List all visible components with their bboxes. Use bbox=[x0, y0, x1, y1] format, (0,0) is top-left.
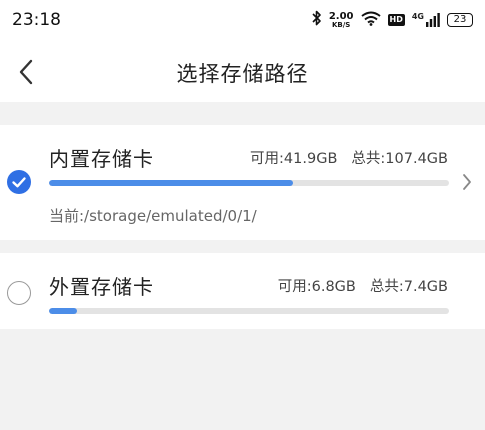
storage-available: 可用:6.8GB bbox=[277, 279, 356, 295]
storage-total: 总共:107.4GB bbox=[351, 151, 448, 167]
network-speed-unit: KB/S bbox=[331, 20, 351, 29]
storage-total: 总共:7.4GB bbox=[369, 279, 448, 295]
storage-usage-bar bbox=[49, 308, 449, 314]
storage-item-external[interactable]: 外置存储卡 可用:6.8GB 总共:7.4GB bbox=[0, 253, 485, 329]
storage-stats: 可用:6.8GB 总共:7.4GB bbox=[278, 275, 448, 296]
status-time: 23:18 bbox=[12, 10, 61, 30]
status-icons: 2.00 KB/S HD 4G 23 bbox=[312, 9, 473, 31]
storage-available: 可用:41.9GB bbox=[250, 151, 338, 167]
radio-unchecked-icon[interactable] bbox=[7, 281, 31, 305]
network-speed-value: 2.00 bbox=[328, 10, 354, 22]
status-bar: 23:18 2.00 KB/S HD 4G 23 bbox=[0, 0, 485, 44]
page-title: 选择存储路径 bbox=[176, 62, 309, 86]
battery-icon: 23 bbox=[447, 13, 473, 27]
wifi-icon bbox=[360, 11, 381, 30]
storage-stats: 可用:41.9GB 总共:107.4GB bbox=[250, 147, 448, 168]
cellular-signal-icon: 4G bbox=[412, 13, 440, 27]
storage-usage-fill bbox=[49, 180, 293, 186]
network-speed: 2.00 KB/S bbox=[328, 10, 354, 29]
app-header: 选择存储路径 bbox=[0, 44, 485, 102]
storage-name: 外置存储卡 bbox=[49, 275, 154, 299]
bluetooth-icon bbox=[312, 10, 322, 30]
storage-name: 内置存储卡 bbox=[49, 147, 154, 171]
hd-badge: HD bbox=[387, 14, 405, 26]
storage-usage-bar bbox=[49, 180, 449, 186]
current-path: 当前:/storage/emulated/0/1/ bbox=[49, 207, 257, 225]
network-type-label: 4G bbox=[411, 12, 424, 21]
radio-checked-icon[interactable] bbox=[7, 170, 31, 194]
storage-usage-fill bbox=[49, 308, 77, 314]
chevron-right-icon[interactable] bbox=[459, 171, 475, 193]
storage-item-internal[interactable]: 内置存储卡 可用:41.9GB 总共:107.4GB 当前:/storage/e… bbox=[0, 125, 485, 240]
